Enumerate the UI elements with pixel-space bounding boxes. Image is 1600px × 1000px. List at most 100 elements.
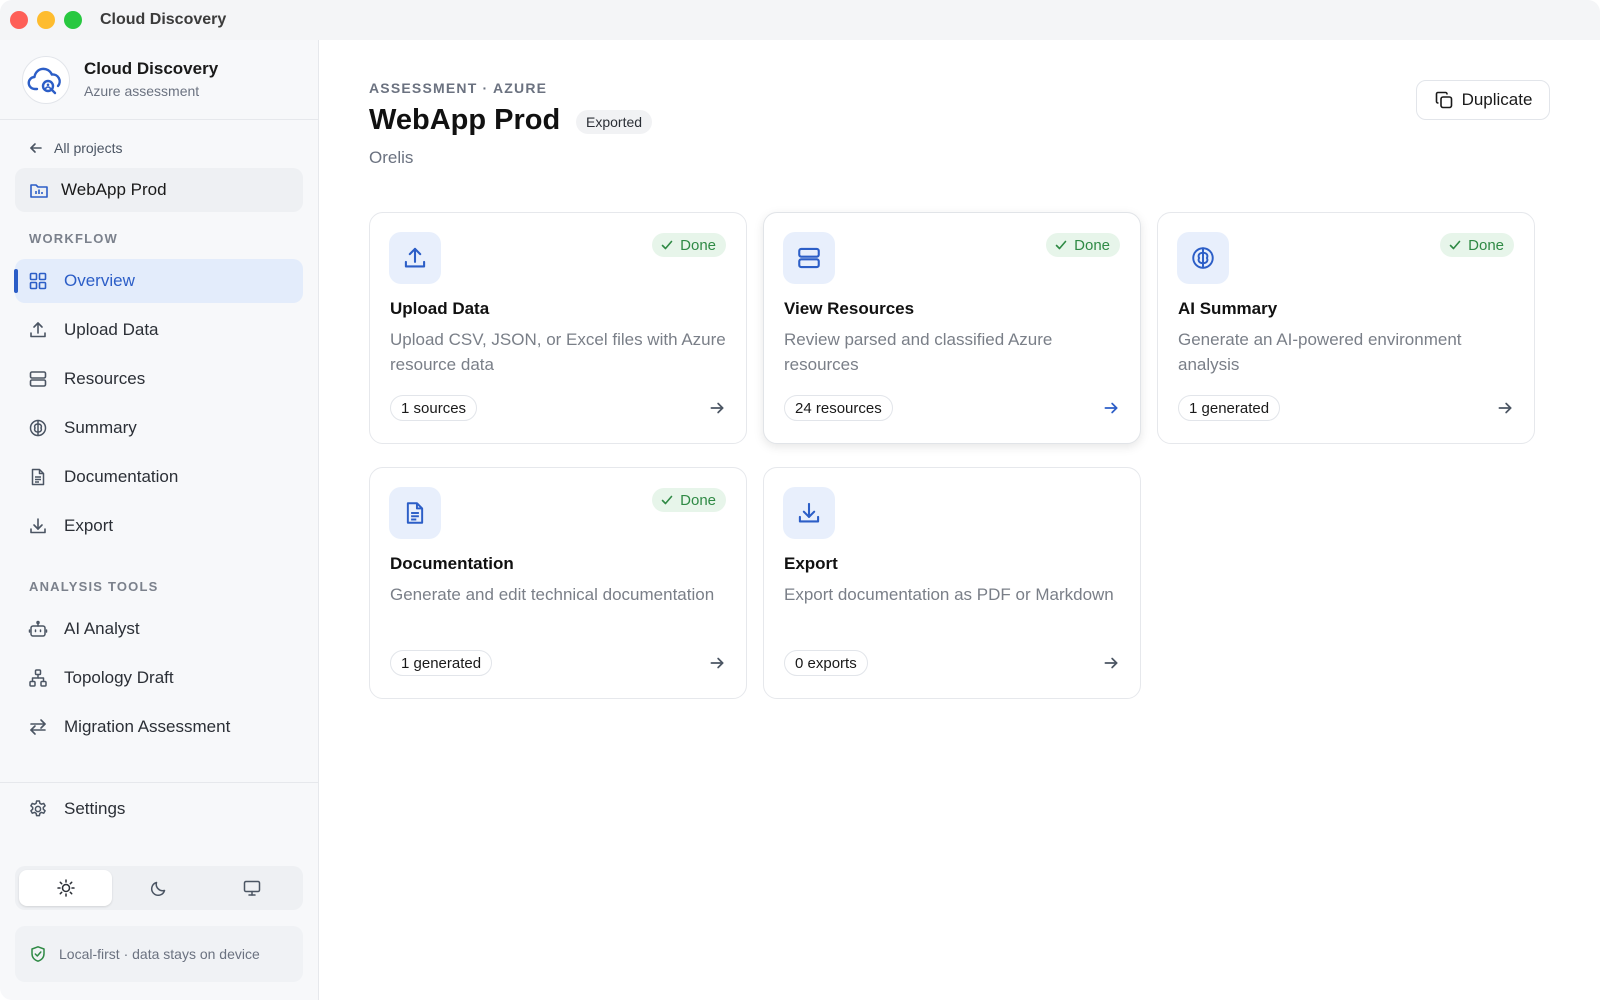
arrow-right-icon	[710, 402, 724, 414]
nav-item-label: Documentation	[64, 467, 179, 486]
nav-item-settings[interactable]: Settings	[15, 787, 303, 831]
arrow-right-icon	[1498, 402, 1512, 414]
nav-item-label: Settings	[64, 799, 126, 818]
workflow-heading: WORKFLOW	[29, 231, 119, 246]
status-badge: Exported	[576, 110, 653, 134]
nav-item-label: Summary	[64, 418, 137, 437]
card-title: View Resources	[784, 299, 915, 318]
nav-item-upload-data[interactable]: Upload Data	[15, 308, 303, 352]
done-badge-label: Done	[1074, 236, 1110, 254]
all-projects-label: All projects	[54, 140, 123, 156]
check-icon	[661, 240, 673, 250]
theme-switcher	[15, 866, 303, 910]
brand-header: Cloud Discovery Azure assessment	[0, 40, 318, 120]
card-ai-summary[interactable]: Done AI Summary Generate an AI-powered e…	[1157, 212, 1535, 444]
check-icon	[1449, 240, 1461, 250]
sidebar: Cloud Discovery Azure assessment All pro…	[0, 40, 319, 1000]
download-icon	[30, 518, 46, 534]
copy-icon	[1435, 91, 1452, 109]
download-icon	[783, 487, 835, 539]
nav-item-label: Export	[64, 516, 114, 535]
nav-item-overview[interactable]: Overview	[14, 259, 303, 303]
document-icon	[389, 487, 441, 539]
done-badge-label: Done	[680, 491, 716, 509]
organization-name: Orelis	[369, 148, 414, 167]
card-title: AI Summary	[1178, 299, 1278, 318]
sidebar-divider	[0, 782, 318, 783]
card-export[interactable]: Export Export documentation as PDF or Ma…	[763, 467, 1141, 699]
local-first-text: Local-first · data stays on device	[59, 946, 260, 962]
arrow-left-icon	[30, 143, 42, 153]
card-title: Export	[784, 554, 838, 573]
grid-icon	[29, 272, 47, 290]
card-description: Generate an AI-powered environment analy…	[1178, 330, 1462, 374]
document-icon	[31, 468, 45, 486]
server-icon	[29, 371, 47, 387]
count-pill: 1 sources	[390, 395, 478, 421]
done-badge-label: Done	[680, 236, 716, 254]
minimize-window-button[interactable]	[37, 11, 55, 29]
main-content: ASSESSMENT · AZURE WebApp Prod Exported …	[320, 40, 1600, 1000]
brain-icon	[29, 419, 47, 437]
nav-item-resources[interactable]: Resources	[15, 357, 303, 401]
bot-icon	[28, 620, 48, 637]
swap-icon	[30, 719, 46, 735]
upload-icon	[30, 322, 46, 338]
duplicate-button[interactable]: Duplicate	[1416, 80, 1550, 120]
server-icon	[783, 232, 835, 284]
monitor-icon	[244, 880, 261, 896]
gear-icon	[30, 800, 46, 817]
card-upload-data[interactable]: Done Upload Data Upload CSV, JSON, or Ex…	[369, 212, 747, 444]
done-badge-label: Done	[1468, 236, 1504, 254]
folder-chart-icon	[30, 184, 48, 198]
nav-item-label: Resources	[64, 369, 146, 388]
count-pill: 24 resources	[784, 395, 893, 421]
brain-icon	[1177, 232, 1229, 284]
card-description: Upload CSV, JSON, or Excel files with Az…	[390, 330, 726, 374]
duplicate-label: Duplicate	[1461, 90, 1533, 109]
close-window-button[interactable]	[10, 11, 28, 29]
brand-subtitle: Azure assessment	[84, 83, 200, 99]
done-badge: Done	[1440, 233, 1514, 257]
arrow-right-icon	[1104, 657, 1118, 669]
theme-light-button[interactable]	[19, 870, 113, 906]
nav-item-label: Upload Data	[64, 320, 159, 339]
card-title: Upload Data	[390, 299, 490, 318]
theme-dark-button[interactable]	[112, 870, 205, 906]
zoom-window-button[interactable]	[64, 11, 82, 29]
nav-item-summary[interactable]: Summary	[15, 406, 303, 450]
card-documentation[interactable]: Done Documentation Generate and edit tec…	[369, 467, 747, 699]
page-title: WebApp Prod	[369, 104, 561, 136]
check-icon	[661, 495, 673, 505]
nav-item-export[interactable]: Export	[15, 504, 303, 548]
nav-item-topology-draft[interactable]: Topology Draft	[15, 656, 303, 700]
window-controls	[10, 11, 82, 29]
arrow-right-icon	[710, 657, 724, 669]
arrow-right-icon	[1104, 402, 1118, 414]
window-title: Cloud Discovery	[100, 11, 227, 28]
analysis-tools-heading: ANALYSIS TOOLS	[29, 579, 159, 594]
nav-item-label: Topology Draft	[64, 668, 174, 687]
card-description: Export documentation as PDF or Markdown	[784, 585, 1114, 604]
current-project[interactable]: WebApp Prod	[15, 168, 303, 212]
sun-icon	[56, 879, 75, 897]
assessment-eyebrow: ASSESSMENT · AZURE	[369, 80, 548, 96]
nav-item-label: Migration Assessment	[64, 717, 231, 736]
nav-item-documentation[interactable]: Documentation	[15, 455, 303, 499]
network-icon	[29, 669, 47, 687]
nav-item-ai-analyst[interactable]: AI Analyst	[15, 607, 303, 651]
all-projects-link[interactable]: All projects	[28, 140, 122, 156]
nav-item-label: Overview	[64, 271, 135, 290]
upload-icon	[389, 232, 441, 284]
nav-item-migration-assessment[interactable]: Migration Assessment	[15, 705, 303, 749]
card-description: Generate and edit technical documentatio…	[390, 585, 715, 604]
local-first-note: Local-first · data stays on device	[15, 926, 303, 982]
moon-icon	[150, 881, 166, 897]
done-badge: Done	[1046, 233, 1120, 257]
done-badge: Done	[652, 233, 726, 257]
theme-system-button[interactable]	[206, 870, 299, 906]
check-icon	[1055, 240, 1067, 250]
project-name: WebApp Prod	[61, 180, 167, 199]
title-bar: Cloud Discovery	[0, 0, 1600, 40]
card-view-resources[interactable]: Done View Resources Review parsed and cl…	[763, 212, 1141, 444]
